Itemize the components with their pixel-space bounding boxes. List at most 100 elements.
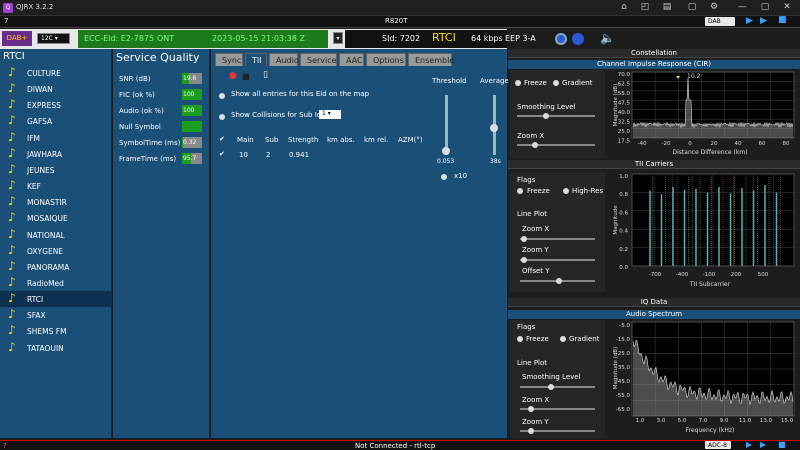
tii-zoomx-label: Zoom X	[522, 225, 549, 233]
play-icon[interactable]: ▶	[746, 16, 753, 26]
station-item[interactable]: ♪ GAFSA	[0, 113, 112, 129]
record-dot-icon[interactable]: ●	[229, 71, 237, 81]
x10-radio[interactable]	[441, 174, 447, 180]
cir-zoomx-slider[interactable]	[517, 144, 595, 146]
tab-ensemble[interactable]: Ensemble	[408, 53, 452, 66]
tii-ytick: 0.0	[619, 265, 628, 271]
stop-button[interactable]	[572, 33, 584, 45]
show-all-radio[interactable]	[219, 93, 225, 99]
tii-column-header: km rel.	[364, 136, 388, 144]
cir-smoothing-slider[interactable]	[517, 115, 595, 117]
record-button[interactable]	[555, 33, 567, 45]
cir-xtick: -40	[638, 141, 647, 147]
maximize-icon[interactable]: ▢	[758, 2, 772, 14]
sq-label: FIC (ok %)	[119, 91, 155, 99]
status-stop-icon[interactable]: ■	[778, 440, 786, 449]
station-item[interactable]: ♪ RadioMed	[0, 275, 112, 291]
tii-zoomy-handle[interactable]	[521, 257, 527, 263]
adc-select[interactable]: ADC-8	[705, 441, 731, 449]
tii-highres-radio[interactable]	[563, 188, 569, 194]
tii-offsety-handle[interactable]	[556, 278, 562, 284]
cir-header: Channel Impulse Response (CIR)	[508, 60, 800, 69]
record-icon[interactable]: ■	[778, 15, 787, 25]
as-zoomx-handle[interactable]	[528, 406, 534, 412]
tii-zoomx-handle[interactable]	[521, 236, 527, 242]
station-item[interactable]: ♪ OXYGENE	[0, 243, 112, 259]
tii-zoomx-slider[interactable]	[520, 238, 595, 240]
station-item[interactable]: ♪ SHEMS FM	[0, 323, 112, 339]
next-icon[interactable]: ▶	[760, 16, 767, 26]
minimize-icon[interactable]: —	[735, 2, 749, 14]
station-item[interactable]: ♪ TATAOUIN	[0, 340, 112, 356]
music-note-icon: ♪	[8, 323, 16, 337]
station-item[interactable]: ♪ DIWAN	[0, 81, 112, 97]
tab-audio[interactable]: Audio	[269, 53, 298, 66]
dropdown-toggle[interactable]: ▾	[333, 32, 343, 44]
as-flags-label: Flags	[517, 323, 535, 331]
document-icon[interactable]: ▯	[263, 70, 268, 80]
as-smoothing-handle[interactable]	[548, 384, 554, 390]
audio-spectrum-plot: -5.0-15.0-25.0-35.0-45.0-55.0-65.01.0 3.0…	[610, 320, 798, 438]
cir-zoomx-handle[interactable]	[532, 142, 538, 148]
row-check-icon[interactable]: ✔	[219, 150, 225, 158]
x10-label: x10	[454, 172, 467, 180]
music-note-icon: ♪	[8, 97, 16, 111]
tii-lineplot-label: Line Plot	[517, 210, 547, 218]
tii-zoomy-slider[interactable]	[520, 259, 595, 261]
station-item[interactable]: ♪ NATIONAL	[0, 227, 112, 243]
status-next-icon[interactable]: ▶	[760, 440, 766, 449]
station-item[interactable]: ♪ SFAX	[0, 307, 112, 323]
tii-column-header: AZM(°)	[398, 136, 423, 144]
ensemble-name: ONT	[157, 34, 174, 43]
station-item[interactable]: ♪ KEF	[0, 178, 112, 194]
cir-zoomx-label: Zoom X	[517, 132, 544, 140]
check-all-icon[interactable]: ✔	[219, 135, 225, 143]
threshold-handle[interactable]	[442, 147, 450, 155]
station-item[interactable]: ♪ CULTURE	[0, 65, 112, 81]
music-note-icon: ♪	[8, 227, 16, 241]
station-item[interactable]: ♪ PANORAMA	[0, 259, 112, 275]
tii-ytick: 0.6	[619, 210, 628, 216]
cir-freeze-radio[interactable]	[515, 80, 521, 86]
cir-smoothing-handle[interactable]	[543, 113, 549, 119]
as-smoothing-slider[interactable]	[520, 386, 595, 388]
station-item[interactable]: ♪ JAWHARA	[0, 146, 112, 162]
status-bar: ? Not Connected - rtl-tcp ADC-8 ▶ ▶ ■	[0, 440, 800, 450]
dab-mode-select[interactable]: DAB	[705, 17, 735, 26]
cir-gradient-radio[interactable]	[553, 80, 559, 86]
station-item[interactable]: ♪ JEUNES	[0, 162, 112, 178]
status-play-icon[interactable]: ▶	[746, 440, 752, 449]
average-handle[interactable]	[490, 124, 498, 132]
map-icon[interactable]: ◰	[638, 2, 652, 14]
channel-select[interactable]: 12C ▾	[37, 33, 70, 44]
as-zoomy-handle[interactable]	[528, 428, 534, 434]
threshold-slider[interactable]	[445, 95, 448, 155]
tii-freeze-radio[interactable]	[517, 188, 523, 194]
chat-icon[interactable]: ▢	[685, 2, 699, 14]
cir-ytick: 47.5	[618, 101, 631, 107]
close-icon[interactable]: ✕	[780, 2, 794, 14]
as-gradient-radio[interactable]	[560, 336, 566, 342]
station-item[interactable]: ♪ IFM	[0, 130, 112, 146]
tab-sync[interactable]: Sync	[215, 53, 243, 66]
tab-aac[interactable]: AAC	[339, 53, 364, 66]
station-item[interactable]: ♪ RTCI	[0, 291, 112, 307]
station-item[interactable]: ♪ EXPRESS	[0, 97, 112, 113]
channel-value: 12C	[41, 35, 53, 42]
tab-service[interactable]: Service	[300, 53, 337, 66]
gear-icon[interactable]: ⚙	[707, 2, 721, 14]
speaker-icon[interactable]: 🔈	[600, 31, 615, 45]
cir-peak-label: 10.2	[687, 73, 701, 80]
as-freeze-radio[interactable]	[517, 336, 523, 342]
station-item[interactable]: ♪ MOSAIQUE	[0, 210, 112, 226]
station-item[interactable]: ♪ MONASTIR	[0, 194, 112, 210]
tab-options[interactable]: Options	[366, 53, 406, 66]
station-name: KEF	[27, 182, 41, 191]
layers-icon[interactable]: ▤	[660, 2, 674, 14]
stop-square-icon[interactable]: ■	[242, 72, 250, 81]
as-xtick: 1.0	[636, 418, 645, 424]
show-collisions-radio[interactable]	[219, 114, 225, 120]
sub-id-select[interactable]: 1 ▾	[319, 110, 341, 119]
tab-tii[interactable]: TII	[245, 53, 267, 66]
home-icon[interactable]: ⌂	[617, 2, 631, 14]
